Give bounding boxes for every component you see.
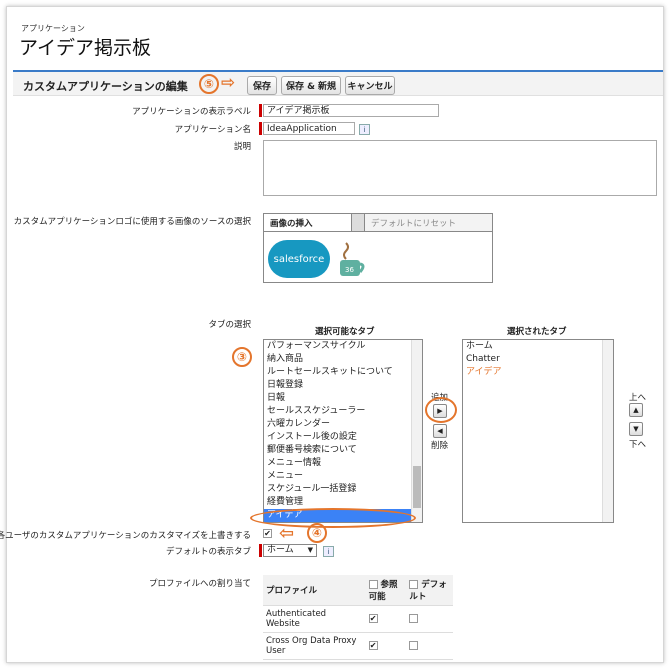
list-item[interactable]: メニュー情報 [264, 457, 422, 470]
toolbar-heading: カスタムアプリケーションの編集 [23, 80, 188, 93]
list-item[interactable]: 六曜カレンダー [264, 418, 422, 431]
scrollbar[interactable] [602, 340, 613, 522]
list-item[interactable]: Chatter [463, 353, 613, 366]
list-item[interactable]: ホーム [463, 340, 613, 353]
description-label: 説明 [233, 142, 251, 152]
info-icon[interactable]: i [359, 124, 370, 135]
list-item[interactable]: スケジュール一括登録 [264, 483, 422, 496]
app-name-label: アプリケーション名 [174, 125, 251, 135]
tab-select-label: タブの選択 [208, 320, 251, 330]
list-item[interactable]: 日報 [264, 392, 422, 405]
table-row: Cross Org Data Proxy User ✔ [263, 632, 453, 660]
selected-tabs-list[interactable]: ホーム Chatter アイデア [462, 339, 614, 523]
list-item[interactable]: インストール後の設定 [264, 431, 422, 444]
mug-icon[interactable]: 36 [336, 240, 368, 278]
save-new-button[interactable]: 保存 & 新規 [281, 76, 341, 95]
default-tab-select[interactable]: ホーム ▼ [263, 544, 317, 557]
page-header: アプリケーション アイデア掲示板 [7, 7, 663, 67]
arrow-left-icon: ⇦ [279, 523, 295, 544]
save-button[interactable]: 保存 [247, 76, 277, 95]
list-item[interactable]: メニュー [264, 470, 422, 483]
override-label: 各ユーザのカスタムアプリケーションのカスタマイズを上書きする [0, 531, 251, 541]
arrow-right-icon: ⇨ [221, 73, 236, 93]
page-title: アイデア掲示板 [19, 37, 152, 59]
required-indicator [259, 104, 262, 117]
override-checkbox[interactable]: ✔ [263, 528, 272, 539]
visible-checkbox[interactable]: ✔ [368, 641, 378, 650]
default-tab-label: デフォルトの表示タブ [165, 547, 251, 557]
up-label: 上へ [629, 393, 647, 403]
list-item[interactable]: 日報登録 [264, 379, 422, 392]
logo-source-label: カスタムアプリケーションロゴに使用する画像のソースの選択 [13, 217, 251, 227]
default-all-checkbox[interactable] [409, 580, 419, 589]
required-indicator [259, 122, 262, 135]
visible-all-checkbox[interactable] [368, 580, 378, 589]
available-tabs-title: 選択可能なタブ [315, 327, 375, 337]
profile-table: プロファイル 参照可能 デフォルト Authenticated Website … [263, 575, 453, 660]
svg-text:36: 36 [345, 266, 354, 274]
list-item[interactable]: 納入商品 [264, 353, 422, 366]
down-label: 下へ [629, 440, 647, 450]
step4-marker: ④ [307, 523, 327, 543]
logo-insert-tab[interactable]: 画像の挿入 [264, 214, 352, 231]
highlight-ellipse [250, 508, 416, 528]
info-icon[interactable]: i [323, 546, 334, 557]
list-item[interactable]: 経費管理 [264, 496, 422, 509]
list-item[interactable]: セールススケジューラー [264, 405, 422, 418]
scrollbar[interactable] [411, 340, 422, 522]
app-window: アプリケーション アイデア掲示板 カスタムアプリケーションの編集 ⑤ ⇨ 保存 … [0, 6, 664, 663]
display-label-label: アプリケーションの表示ラベル [132, 107, 251, 117]
table-row: Authenticated Website ✔ [263, 605, 453, 633]
visible-checkbox[interactable]: ✔ [368, 614, 378, 623]
app-name-input[interactable]: IdeaApplication [263, 122, 355, 135]
list-item[interactable]: 郵便番号検索について [264, 444, 422, 457]
list-item[interactable]: ルートセールスキットについて [264, 366, 422, 379]
logo-reset-tab[interactable]: デフォルトにリセット [365, 214, 492, 231]
remove-arrow-button[interactable]: ◀ [433, 424, 447, 438]
required-indicator [259, 544, 262, 557]
salesforce-logo[interactable]: salesforce [268, 240, 330, 278]
selected-tabs-title: 選択されたタブ [507, 327, 567, 337]
remove-label: 削除 [431, 441, 449, 451]
profile-assign-label: プロファイルへの割り当て [148, 579, 251, 589]
display-label-input[interactable]: アイデア掲示板 [263, 104, 439, 117]
list-item[interactable]: アイデア [463, 366, 613, 379]
highlight-circle [425, 397, 457, 423]
move-down-button[interactable]: ▼ [629, 422, 643, 436]
profile-col-header: プロファイル [263, 575, 366, 606]
step5-marker: ⑤ [199, 74, 219, 94]
step3-marker: ③ [232, 347, 252, 367]
available-tabs-list[interactable]: パフォーマンスサイクル 納入商品 ルートセールスキットについて 日報登録 日報 セールスス… [263, 339, 423, 523]
edit-toolbar: カスタムアプリケーションの編集 ⑤ ⇨ 保存 保存 & 新規 キャンセル [13, 70, 663, 96]
logo-picker: 画像の挿入 デフォルトにリセット salesforce 36 [263, 213, 493, 283]
list-item[interactable]: パフォーマンスサイクル [264, 340, 422, 353]
description-textarea[interactable] [263, 140, 657, 196]
chevron-down-icon: ▼ [307, 546, 313, 554]
default-checkbox[interactable] [409, 641, 419, 650]
default-checkbox[interactable] [409, 614, 419, 623]
cancel-button[interactable]: キャンセル [345, 76, 395, 95]
move-up-button[interactable]: ▲ [629, 403, 643, 417]
